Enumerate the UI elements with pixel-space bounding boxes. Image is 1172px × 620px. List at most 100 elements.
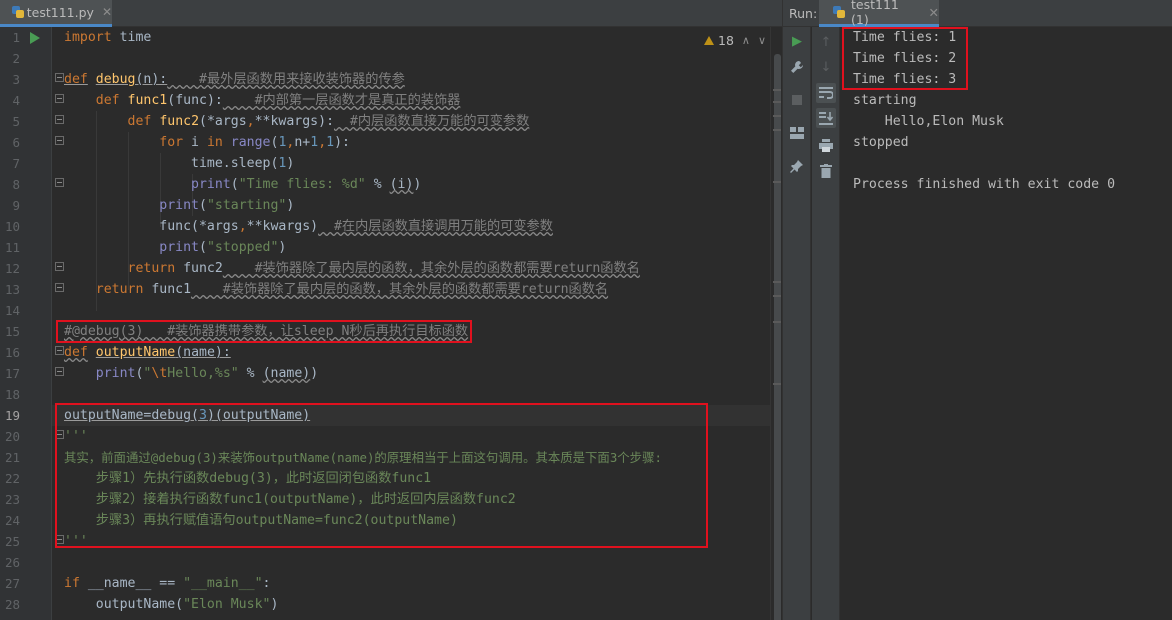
- error-stripe-mark[interactable]: [773, 101, 781, 103]
- run-icon[interactable]: ▶: [787, 31, 807, 51]
- line-number: 13: [4, 282, 20, 297]
- run-toolbar-left: ▶: [783, 27, 811, 620]
- layout-icon[interactable]: [787, 123, 807, 143]
- print-icon[interactable]: [816, 135, 836, 155]
- code-line-10: func(*args,**kwargs) #在内层函数直接调用万能的可变参数: [159, 219, 553, 234]
- line-number: 3: [12, 72, 20, 87]
- line-number: 19: [4, 408, 20, 423]
- run-gutter-icon[interactable]: [30, 32, 40, 44]
- run-toolbar-right: ↑ ↓: [812, 27, 840, 620]
- code-line-8: print("Time flies: %d" % (i)): [191, 177, 422, 192]
- fold-marker[interactable]: [55, 73, 64, 82]
- highlight-box-time-flies: [842, 27, 968, 90]
- fold-marker[interactable]: [55, 262, 64, 271]
- line-number: 22: [4, 471, 20, 486]
- code-line-4: def func1(func): #内部第一层函数才是真正的装饰器: [95, 93, 461, 108]
- line-number: 15: [4, 324, 20, 339]
- line-number: 12: [4, 261, 20, 276]
- python-run-icon: [833, 6, 845, 18]
- editor-scrollbar[interactable]: [770, 27, 782, 620]
- error-stripe-mark[interactable]: [773, 89, 781, 91]
- line-number: 23: [4, 492, 20, 507]
- scrollbar-thumb[interactable]: [774, 54, 781, 620]
- line-number: 14: [4, 303, 20, 318]
- python-file-icon: [12, 6, 24, 18]
- console-line: starting: [853, 93, 917, 108]
- code-line-9: print("starting"): [159, 198, 295, 213]
- editor-tab-bar: test111.py ✕: [0, 0, 782, 27]
- fold-marker[interactable]: [55, 178, 64, 187]
- highlight-box-explicit-call: [55, 403, 708, 548]
- chevron-down-icon[interactable]: ∨: [758, 34, 766, 47]
- fold-marker[interactable]: [55, 136, 64, 145]
- code-line-11: print("stopped"): [159, 240, 287, 255]
- line-number: 4: [12, 93, 20, 108]
- console-line: Hello,Elon Musk: [853, 114, 1004, 129]
- code-line-13: return func1 #装饰器除了最内层的函数，其余外层的函数都需要retu…: [95, 282, 609, 297]
- fold-marker[interactable]: [55, 367, 64, 376]
- close-tab-icon[interactable]: ✕: [102, 5, 112, 19]
- run-tab[interactable]: test111 (1) ✕: [819, 0, 939, 27]
- fold-marker[interactable]: [55, 346, 64, 355]
- run-header: Run: test111 (1) ✕: [783, 0, 1172, 27]
- error-stripe-mark[interactable]: [773, 115, 781, 117]
- trash-icon[interactable]: [816, 161, 836, 181]
- code-line-7: time.sleep(1): [191, 156, 295, 171]
- console-line: stopped: [853, 135, 909, 150]
- editor-tab-label: test111.py: [26, 4, 94, 20]
- fold-marker[interactable]: [55, 115, 64, 124]
- chevron-up-icon[interactable]: ∧: [742, 34, 750, 47]
- line-number: 28: [4, 597, 20, 612]
- code-line-6: for i in range(1,n+1,1):: [159, 135, 350, 150]
- line-number: 6: [12, 135, 20, 150]
- run-label: Run:: [789, 6, 818, 21]
- error-stripe-mark[interactable]: [773, 321, 781, 323]
- stop-icon[interactable]: [787, 90, 807, 110]
- fold-marker[interactable]: [55, 283, 64, 292]
- line-number: 11: [4, 240, 20, 255]
- code-line-27: if __name__ == "__main__":: [64, 576, 271, 591]
- code-line-28: outputName("Elon Musk"): [95, 597, 279, 612]
- line-number: 1: [12, 30, 20, 45]
- line-number: 8: [12, 177, 20, 192]
- error-stripe-mark[interactable]: [773, 181, 781, 183]
- line-number-gutter: 1 2 3 4 5 6 7 8 9 10 11 12 13 14 15 16 17 18 19 20 21 22 23 24 2…: [0, 27, 52, 620]
- soft-wrap-icon[interactable]: [816, 83, 836, 103]
- line-number: 18: [4, 387, 20, 402]
- up-arrow-icon[interactable]: ↑: [816, 32, 836, 52]
- console-line: Process finished with exit code 0: [853, 177, 1116, 192]
- code-line-17: print("\tHello,%s" % (name)): [95, 366, 319, 381]
- error-stripe-mark[interactable]: [773, 295, 781, 297]
- inspection-count: 18: [718, 33, 734, 48]
- code-line-12: return func2 #装饰器除了最内层的函数，其余外层的函数都需要retu…: [127, 261, 640, 276]
- error-stripe-mark[interactable]: [773, 129, 781, 131]
- code-line-3: def debug(n): #最外层函数用来接收装饰器的传参: [64, 72, 405, 87]
- line-number: 21: [4, 450, 20, 465]
- line-number: 25: [4, 534, 20, 549]
- line-number: 7: [12, 156, 20, 171]
- line-number: 27: [4, 576, 20, 591]
- code-line-16: def outputName(name):: [64, 345, 231, 360]
- down-arrow-icon[interactable]: ↓: [816, 57, 836, 77]
- line-number: 2: [12, 51, 20, 66]
- code-line-1: import time: [64, 30, 152, 45]
- line-number: 10: [4, 219, 20, 234]
- wrench-icon[interactable]: [787, 57, 807, 77]
- console-output[interactable]: Time flies: 1 Time flies: 2 Time flies: 3s…: [841, 27, 1172, 620]
- line-number: 24: [4, 513, 20, 528]
- pin-icon[interactable]: [787, 156, 807, 176]
- line-number: 17: [4, 366, 20, 381]
- error-stripe-mark[interactable]: [773, 383, 781, 385]
- run-tab-label: test111 (1): [851, 0, 899, 27]
- inspection-widget[interactable]: 18 ∧ ∨: [704, 33, 766, 48]
- highlight-box-decorator-comment: [56, 320, 472, 343]
- line-number: 5: [12, 114, 20, 129]
- error-stripe-mark[interactable]: [773, 281, 781, 283]
- editor-tab-test111[interactable]: test111.py ✕: [0, 0, 112, 27]
- line-number: 20: [4, 429, 20, 444]
- fold-marker[interactable]: [55, 94, 64, 103]
- line-number: 9: [12, 198, 20, 213]
- warning-icon: [704, 36, 714, 45]
- scroll-to-end-icon[interactable]: [816, 108, 836, 128]
- close-run-tab-icon[interactable]: ✕: [929, 5, 939, 20]
